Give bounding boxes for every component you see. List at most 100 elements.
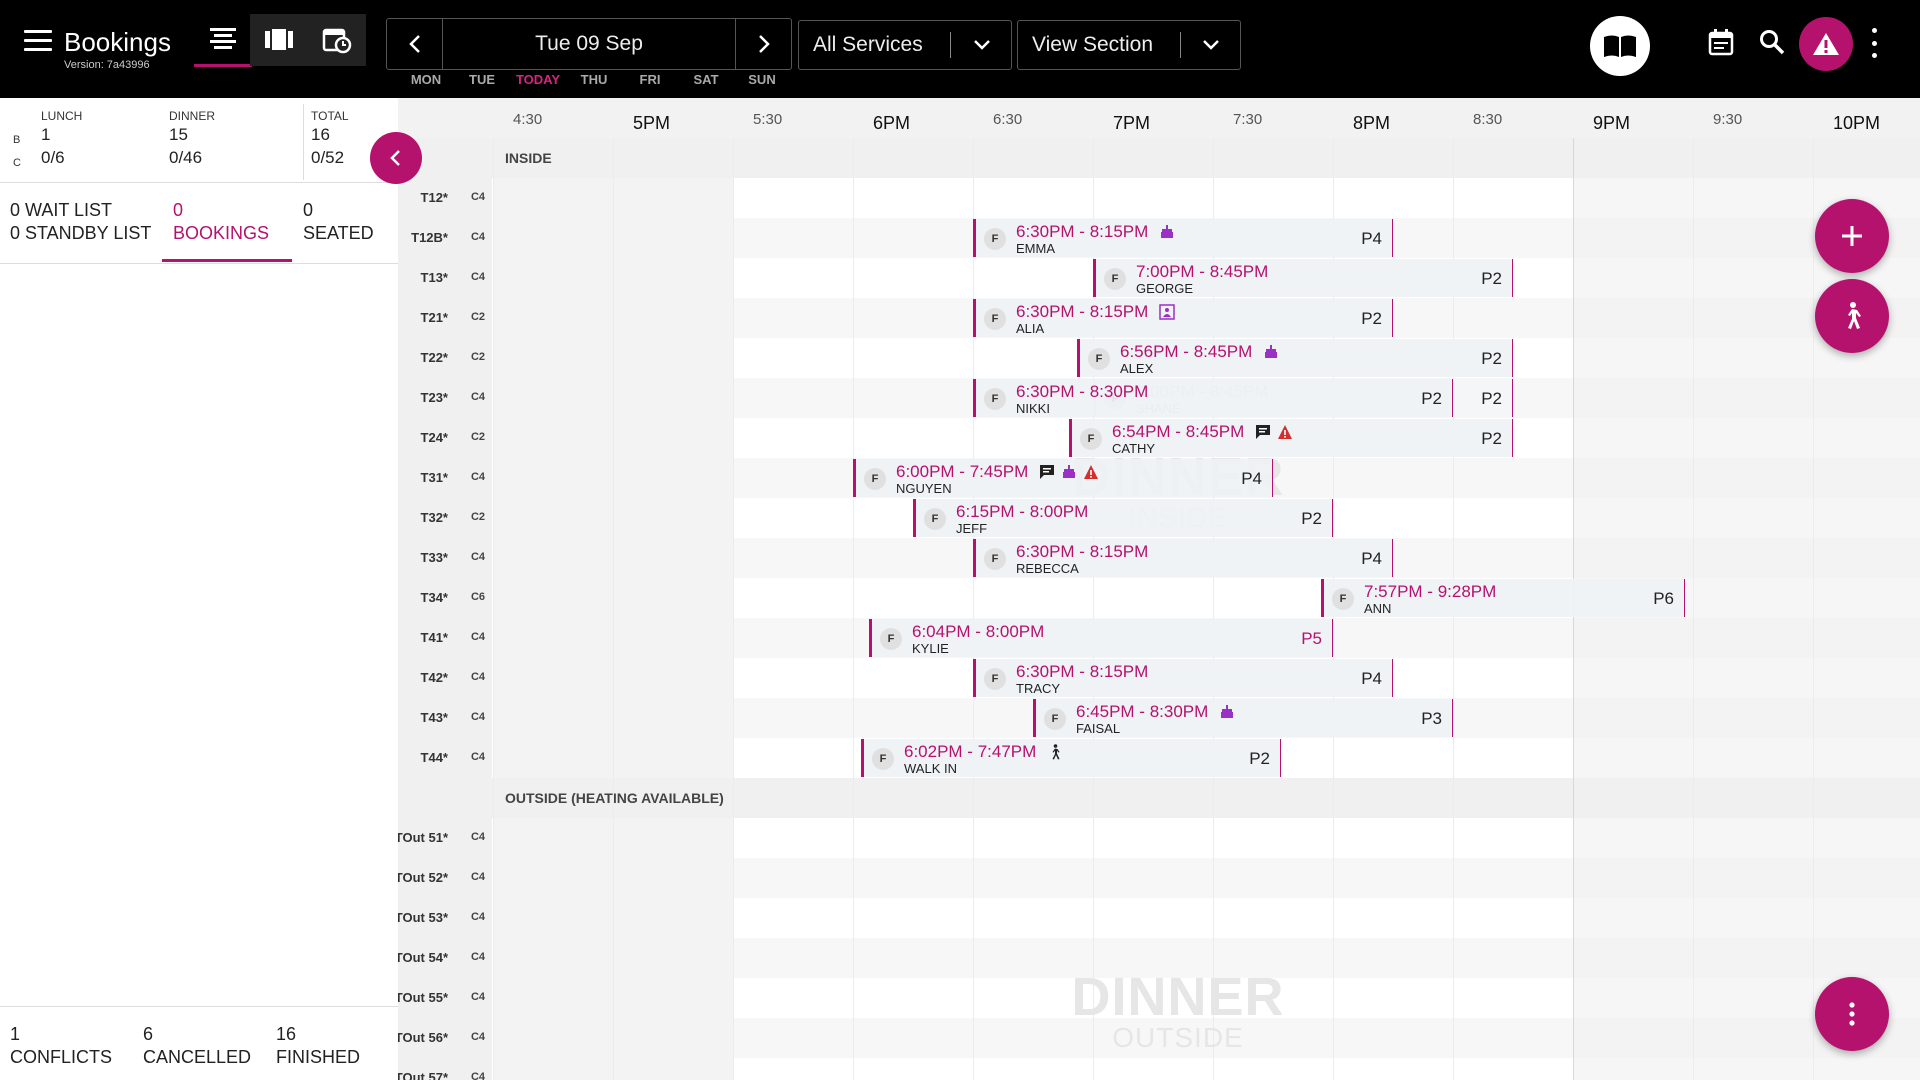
booking-block[interactable]: F 6:30PM - 8:15PM ALIA P2	[973, 299, 1393, 337]
booking-block[interactable]: F 6:15PM - 8:00PM JEFF P2	[913, 499, 1333, 537]
add-booking-button[interactable]	[1815, 199, 1889, 273]
stat-bookings: 1	[41, 125, 51, 144]
booking-block[interactable]: F 6:04PM - 8:00PM KYLIE P5	[869, 619, 1333, 657]
table-name: T32*	[420, 510, 448, 525]
chevron-left-icon	[408, 35, 420, 53]
table-name: T31*	[420, 470, 448, 485]
booking-time: 6:00PM - 7:45PM	[896, 462, 1029, 481]
booking-block[interactable]: F 6:30PM - 8:15PM TRACY P4	[973, 659, 1393, 697]
booking-guest-name: NGUYEN	[896, 481, 952, 496]
conflicts-summary[interactable]: 1 CONFLICTS	[10, 1023, 112, 1069]
table-name: T12B*	[411, 230, 448, 245]
time-tick-label: 7:30	[1233, 111, 1263, 128]
table-row-header[interactable]: TOut 57* C4	[398, 1058, 492, 1080]
floor-plan-view-button[interactable]	[250, 14, 308, 66]
alerts-button[interactable]	[1799, 17, 1853, 71]
weekday-sat[interactable]: SAT	[678, 72, 734, 87]
booking-status-badge: F	[872, 748, 894, 770]
booking-block[interactable]: F 6:02PM - 7:47PM WALK IN P2	[861, 739, 1281, 777]
tab-bookings[interactable]: 0 BOOKINGS	[173, 199, 269, 245]
table-row-header[interactable]: T23* C4	[398, 378, 492, 419]
booking-block[interactable]: F 6:56PM - 8:45PM ALEX P2	[1077, 339, 1513, 377]
table-name: T21*	[420, 310, 448, 325]
table-name: T42*	[420, 670, 448, 685]
booking-block[interactable]: F 6:45PM - 8:30PM FAISAL P3	[1033, 699, 1453, 737]
stat-bookings: 16	[311, 125, 330, 144]
table-capacity: C4	[470, 191, 485, 203]
tab-waitlist[interactable]: 0 WAIT LIST 0 STANDBY LIST	[10, 199, 151, 245]
booking-block[interactable]: F 7:00PM - 8:45PM GEORGE P2	[1093, 259, 1513, 297]
booking-party-size: P5	[1301, 629, 1322, 648]
table-row-header[interactable]: T21* C2	[398, 298, 492, 339]
table-row-header[interactable]: TOut 54* C4	[398, 938, 492, 979]
finished-summary[interactable]: 16 FINISHED	[276, 1023, 360, 1069]
timeline-view-button[interactable]	[308, 14, 366, 66]
booking-block[interactable]: F 6:54PM - 8:45PM CATHY P2	[1069, 419, 1513, 457]
reservation-book-button[interactable]	[1590, 16, 1650, 76]
booking-status-badge: F	[1104, 268, 1126, 290]
booking-block[interactable]: F 6:00PM - 7:45PM NGUYEN P4	[853, 459, 1273, 497]
section-name: INSIDE	[505, 150, 552, 166]
more-actions-button[interactable]	[1815, 977, 1889, 1051]
table-row-header[interactable]: TOut 55* C4	[398, 978, 492, 1019]
booking-time: 6:30PM - 8:15PM	[1016, 222, 1149, 241]
weekday-mon[interactable]: MON	[398, 72, 454, 87]
table-row-header[interactable]: T41* C4	[398, 618, 492, 659]
list-view-button[interactable]	[194, 14, 252, 67]
next-day-button[interactable]	[736, 19, 791, 69]
table-row-header[interactable]: T33* C4	[398, 538, 492, 579]
cancelled-summary[interactable]: 6 CANCELLED	[143, 1023, 251, 1069]
grid-line	[853, 138, 854, 1080]
weekday-fri[interactable]: FRI	[622, 72, 678, 87]
weekday-thu[interactable]: THU	[566, 72, 622, 87]
cake-icon	[1060, 463, 1078, 481]
table-row-header[interactable]: TOut 52* C4	[398, 858, 492, 899]
table-row-header[interactable]: T44* C4	[398, 738, 492, 779]
booking-block[interactable]: F 6:30PM - 8:15PM REBECCA P4	[973, 539, 1393, 577]
table-row-header[interactable]: T22* C2	[398, 338, 492, 379]
collapse-panel-button[interactable]	[370, 132, 422, 184]
grid-line	[733, 138, 734, 1080]
services-select[interactable]: All Services	[798, 20, 1012, 70]
previous-day-button[interactable]	[387, 19, 442, 69]
weekday-today[interactable]: TODAY	[510, 72, 566, 87]
weekday-tue[interactable]: TUE	[454, 72, 510, 87]
date-navigator: Tue 09 Sep	[386, 18, 792, 70]
table-row-header[interactable]: T43* C4	[398, 698, 492, 739]
current-date[interactable]: Tue 09 Sep	[442, 19, 736, 69]
weekday-sun[interactable]: SUN	[734, 72, 790, 87]
booking-block[interactable]: F 6:30PM - 8:15PM EMMA P4	[973, 219, 1393, 257]
add-walk-in-button[interactable]	[1815, 279, 1889, 353]
booking-block[interactable]: F 7:57PM - 9:28PM ANN P6	[1321, 579, 1685, 617]
tab-seated[interactable]: 0 SEATED	[303, 199, 374, 245]
chevron-down-icon	[974, 40, 990, 50]
table-name: T22*	[420, 350, 448, 365]
booking-time: 6:04PM - 8:00PM	[912, 622, 1045, 641]
seated-label: SEATED	[303, 223, 374, 243]
table-row-header[interactable]: T31* C4	[398, 458, 492, 499]
booking-party-size: P4	[1241, 469, 1262, 488]
table-row-header[interactable]: T34* C6	[398, 578, 492, 619]
booking-guest-name: TRACY	[1016, 681, 1061, 696]
section-select[interactable]: View Section	[1017, 20, 1241, 70]
table-row-header[interactable]: TOut 53* C4	[398, 898, 492, 939]
table-row-header[interactable]: TOut 51* C4	[398, 818, 492, 859]
table-row-header[interactable]: T12B* C4	[398, 218, 492, 259]
table-row-header[interactable]: T12* C4	[398, 178, 492, 219]
booking-party-size: P2	[1481, 269, 1502, 288]
booking-party-size: P2	[1481, 389, 1502, 408]
table-row-header[interactable]: TOut 56* C4	[398, 1018, 492, 1059]
table-capacity: C4	[470, 231, 485, 243]
menu-icon[interactable]	[24, 30, 52, 52]
booking-block[interactable]: F 6:30PM - 8:30PM NIKKI P2	[973, 379, 1453, 417]
table-row-header[interactable]: T42* C4	[398, 658, 492, 699]
more-options-icon[interactable]	[1868, 28, 1880, 58]
table-row-header[interactable]: T32* C2	[398, 498, 492, 539]
calendar-button[interactable]	[1705, 26, 1737, 58]
table-row-header[interactable]: T24* C2	[398, 418, 492, 459]
profile-card-icon	[1158, 303, 1176, 321]
booking-party-size: P4	[1361, 549, 1382, 568]
table-row-header[interactable]: T13* C4	[398, 258, 492, 299]
stat-covers: 0/46	[169, 148, 203, 167]
search-button[interactable]	[1756, 26, 1788, 58]
